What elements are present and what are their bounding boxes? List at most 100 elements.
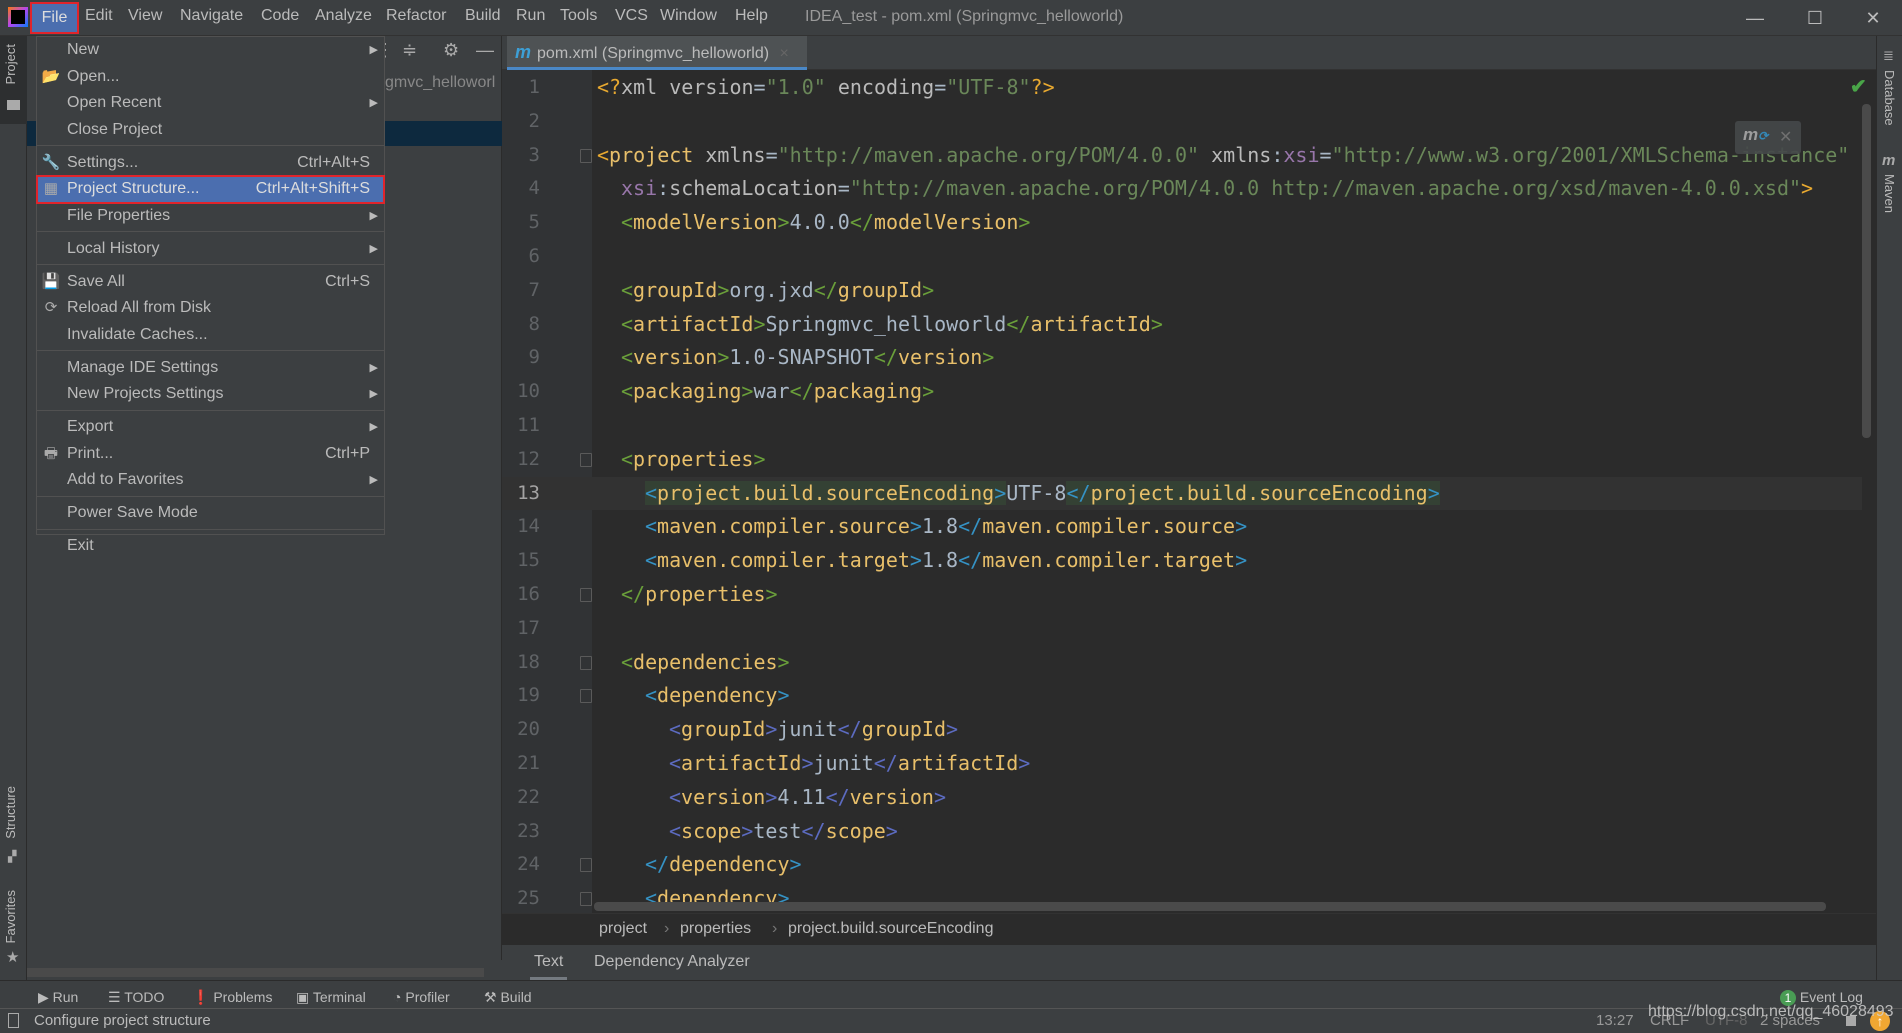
terminal-tool-button[interactable]: ▣ Terminal: [296, 989, 366, 1006]
menu-item-exit[interactable]: Exit: [37, 533, 384, 560]
run-tool-button[interactable]: ▶ Run: [38, 989, 78, 1006]
fold-marker-icon[interactable]: [580, 892, 592, 907]
menu-item-close-project[interactable]: Close Project: [37, 117, 384, 144]
menu-edit[interactable]: Edit: [85, 7, 113, 25]
breadcrumb-project[interactable]: project: [599, 920, 647, 938]
maximize-button[interactable]: ☐: [1795, 4, 1835, 32]
code-line[interactable]: 5 <modelVersion>4.0.0</modelVersion>: [502, 206, 1862, 240]
code-line[interactable]: 19 <dependency>: [502, 679, 1862, 713]
no-problems-check-icon[interactable]: ✔: [1850, 74, 1867, 99]
editor-vertical-scrollbar[interactable]: [1862, 104, 1871, 438]
code-line[interactable]: 23 <scope>test</scope>: [502, 815, 1862, 849]
menu-item-new[interactable]: New ▶: [37, 37, 384, 64]
code-line[interactable]: 12 <properties>: [502, 443, 1862, 477]
menu-view[interactable]: View: [128, 7, 162, 25]
gear-icon[interactable]: ⚙: [443, 40, 459, 61]
fold-marker-icon[interactable]: [580, 452, 592, 467]
hide-panel-icon[interactable]: —: [476, 40, 494, 61]
code-token: scope: [825, 818, 886, 843]
code-line[interactable]: 20 <groupId>junit</groupId>: [502, 713, 1862, 747]
code-line[interactable]: 21 <artifactId>junit</artifactId>: [502, 747, 1862, 781]
popup-close-icon[interactable]: ✕: [1779, 127, 1792, 147]
maven-reload-icon[interactable]: m⟳: [1743, 125, 1768, 145]
code-line[interactable]: 4 xsi:schemaLocation="http://maven.apache…: [502, 172, 1862, 206]
menu-vcs[interactable]: VCS: [615, 7, 648, 25]
menu-build[interactable]: Build: [465, 7, 501, 25]
menu-item-invalidate-caches[interactable]: Invalidate Caches...: [37, 322, 384, 349]
menu-navigate[interactable]: Navigate: [180, 7, 243, 25]
menu-item-project-structure[interactable]: ▦ Project Structure... Ctrl+Alt+Shift+S: [36, 175, 385, 204]
code-line[interactable]: 18 <dependencies>: [502, 646, 1862, 680]
menu-item-local-history[interactable]: Local History ▶: [37, 236, 384, 263]
project-tool-label[interactable]: Project: [3, 44, 18, 84]
collapse-all-icon[interactable]: ≑: [402, 40, 417, 61]
menu-item-file-properties[interactable]: File Properties ▶: [37, 203, 384, 230]
tab-close-icon[interactable]: ×: [780, 45, 789, 62]
favorites-tool-button[interactable]: Favorites: [3, 890, 18, 943]
panel-toggle-icon[interactable]: [8, 1013, 19, 1028]
breadcrumb-source-encoding[interactable]: project.build.sourceEncoding: [788, 920, 993, 938]
code-line[interactable]: 22 <version>4.11</version>: [502, 781, 1862, 815]
menu-window[interactable]: Window: [660, 7, 717, 25]
breadcrumb-properties[interactable]: properties: [680, 920, 751, 938]
fold-marker-icon[interactable]: [580, 655, 592, 670]
code-line[interactable]: 1 <?xml version="1.0" encoding="UTF-8"?>: [502, 71, 1862, 105]
menu-run[interactable]: Run: [516, 7, 545, 25]
menu-item-print[interactable]: 🖶 Print... Ctrl+P: [37, 441, 384, 468]
project-tool-button[interactable]: Project: [0, 36, 27, 124]
menu-item-add-to-favorites[interactable]: Add to Favorites ▶: [37, 467, 384, 494]
project-panel-scrollbar[interactable]: [27, 968, 484, 977]
fold-marker-icon[interactable]: [580, 689, 592, 704]
structure-tool-button[interactable]: Structure: [3, 786, 18, 839]
build-tool-button[interactable]: ⚒ Build: [484, 989, 532, 1006]
code-line[interactable]: 17: [502, 612, 1862, 646]
tab-pom-xml[interactable]: m pom.xml (Springmvc_helloworld) ×: [507, 36, 807, 70]
fold-marker-icon[interactable]: [580, 858, 592, 873]
code-line[interactable]: 24 </dependency>: [502, 848, 1862, 882]
menu-item-open[interactable]: 📂 Open...: [37, 64, 384, 91]
editor-horizontal-scrollbar[interactable]: [594, 902, 1826, 911]
fold-marker-icon[interactable]: [580, 148, 592, 163]
todo-tool-button[interactable]: ☰ TODO: [108, 989, 164, 1006]
code-line[interactable]: 2: [502, 105, 1862, 139]
maven-tool-button[interactable]: Maven: [1882, 174, 1897, 213]
menu-code[interactable]: Code: [261, 7, 299, 25]
code-line[interactable]: 16 </properties>: [502, 578, 1862, 612]
code-line[interactable]: 8 <artifactId>Springmvc_helloworld</artif…: [502, 308, 1862, 342]
code-line[interactable]: 13 <project.build.sourceEncoding>UTF-8</p…: [502, 476, 1862, 511]
code-line[interactable]: 15 <maven.compiler.target>1.8</maven.comp…: [502, 544, 1862, 578]
menu-item-save-all[interactable]: 💾 Save All Ctrl+S: [37, 269, 384, 296]
menu-analyze[interactable]: Analyze: [315, 7, 372, 25]
menu-item-export[interactable]: Export ▶: [37, 414, 384, 441]
database-tool-button[interactable]: Database: [1882, 70, 1897, 126]
fold-marker-icon[interactable]: [580, 587, 592, 602]
menu-item-reload-all-from-disk[interactable]: ⟳ Reload All from Disk: [37, 295, 384, 322]
code-line[interactable]: 7 <groupId>org.jxd</groupId>: [502, 274, 1862, 308]
caret-position[interactable]: 13:27: [1596, 1012, 1634, 1029]
menu-item-open-recent[interactable]: Open Recent ▶: [37, 90, 384, 117]
menu-help[interactable]: Help: [735, 7, 768, 25]
project-tree-root[interactable]: gmvc_helloworl: [385, 74, 495, 92]
code-line[interactable]: 14 <maven.compiler.source>1.8</maven.comp…: [502, 510, 1862, 544]
tab-text[interactable]: Text: [530, 953, 568, 980]
minimize-button[interactable]: —: [1735, 4, 1775, 32]
code-line[interactable]: 11: [502, 409, 1862, 443]
code-token: =: [765, 142, 778, 167]
code-line[interactable]: 3 <project xmlns="http://maven.apache.org…: [502, 139, 1862, 173]
code-line[interactable]: 10 <packaging>war</packaging>: [502, 375, 1862, 409]
menu-item-new-projects-settings[interactable]: New Projects Settings ▶: [37, 381, 384, 408]
maven-reload-popup[interactable]: m⟳ ✕: [1735, 121, 1801, 154]
menu-item-settings[interactable]: 🔧 Settings... Ctrl+Alt+S: [37, 150, 384, 177]
tab-dependency-analyzer[interactable]: Dependency Analyzer: [594, 953, 750, 971]
problems-tool-button[interactable]: ❗ Problems: [192, 989, 272, 1006]
menu-item-power-save-mode[interactable]: Power Save Mode: [37, 500, 384, 527]
menu-file[interactable]: File: [30, 2, 79, 34]
profiler-tool-button[interactable]: ◔ Profiler: [393, 989, 450, 1005]
menu-refactor[interactable]: Refactor: [386, 7, 446, 25]
code-line[interactable]: 6: [502, 240, 1862, 274]
code-lines[interactable]: 1 <?xml version="1.0" encoding="UTF-8"?> 2…: [502, 71, 1862, 916]
code-line[interactable]: 9 <version>1.0-SNAPSHOT</version>: [502, 341, 1862, 375]
menu-tools[interactable]: Tools: [560, 7, 597, 25]
menu-item-manage-ide-settings[interactable]: Manage IDE Settings ▶: [37, 355, 384, 382]
close-window-button[interactable]: ✕: [1853, 4, 1893, 32]
